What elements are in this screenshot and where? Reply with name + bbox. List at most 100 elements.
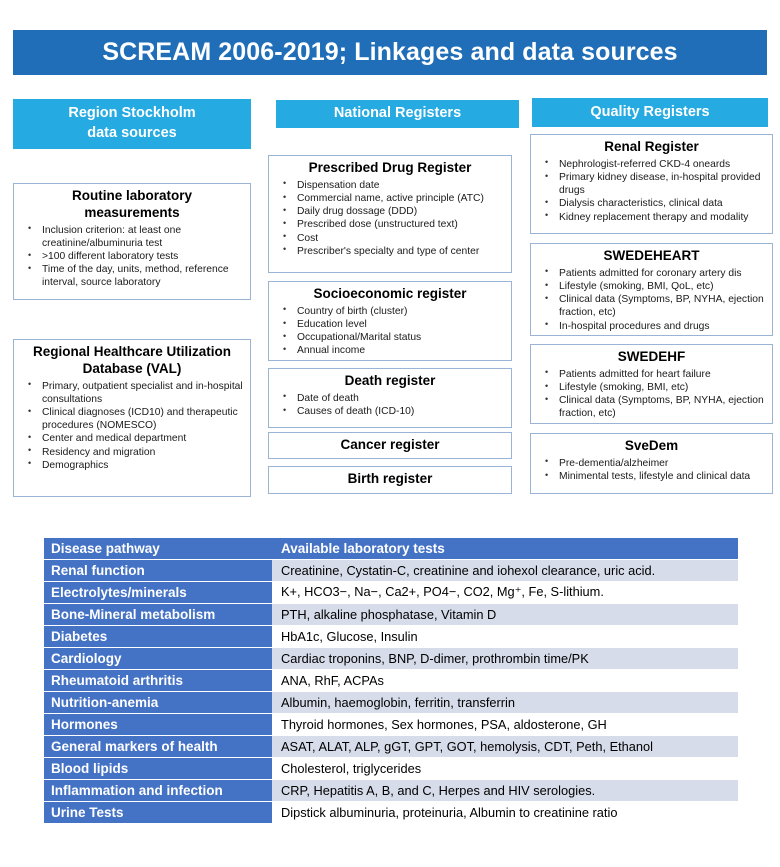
box-svedem-register: SveDem Pre-dementia/alzheimer Minimental… [530,433,773,494]
table-row: Diabetes HbA1c, Glucose, Insulin [44,625,738,648]
box-swedehf-register: SWEDEHF Patients admitted for heart fail… [530,344,773,424]
list-item: Pre-dementia/alzheimer [537,456,766,470]
box-death-register: Death register Date of death Causes of d… [268,368,512,428]
laboratory-tests-table: Disease pathway Available laboratory tes… [44,538,738,824]
box-swedeheart-register-title: SWEDEHEART [603,248,700,263]
column-header-quality-registers: Quality Registers [532,98,768,127]
column-header-national-registers-label: National Registers [333,105,462,122]
box-routine-laboratory-measurements: Routine laboratory measurements Inclusio… [13,183,251,300]
column-header-region-stockholm-label: Region Stockholm data sources [68,104,195,143]
table-cell-available-tests: Creatinine, Cystatin-C, creatinine and i… [272,559,738,582]
box-renal-register: Renal Register Nephrologist-referred CKD… [530,134,773,234]
box-prescribed-drug-register: Prescribed Drug Register Dispensation da… [268,155,512,273]
table-cell-available-tests: HbA1c, Glucose, Insulin [272,625,738,648]
box-renal-register-title: Renal Register [604,139,699,154]
list-item: Commercial name, active principle (ATC) [275,192,505,205]
prescribed-drug-bullet-list: Dispensation date Commercial name, activ… [275,178,505,258]
box-svedem-register-title: SveDem [624,438,679,453]
list-item: Center and medical department [20,432,244,445]
column-header-region-stockholm: Region Stockholm data sources [13,99,251,149]
table-cell-disease-pathway: Electrolytes/minerals [44,581,272,604]
death-register-bullet-list: Date of death Causes of death (ICD-10) [275,391,505,418]
list-item: Clinical data (Symptoms, BP, NYHA, eject… [537,293,766,319]
list-item: Minimental tests, lifestyle and clinical… [537,470,766,483]
box-cancer-register-title: Cancer register [340,436,440,452]
region-header-line1: Region Stockholm [68,105,196,122]
table-cell-available-tests: ANA, RhF, ACPAs [272,669,738,692]
box-socioeconomic-register-title: Socioeconomic register [313,286,467,301]
renal-register-bullet-list: Nephrologist-referred CKD-4 oneards Prim… [537,157,766,224]
list-item: Lifestyle (smoking, BMI, etc) [537,381,766,394]
swedehf-bullet-list: Patients admitted for heart failure Life… [537,367,766,421]
list-item: Causes of death (ICD-10) [275,405,505,418]
list-item: Demographics [20,458,244,472]
box-birth-register-title: Birth register [347,471,433,487]
socioeconomic-bullet-list: Country of birth (cluster) Education lev… [275,304,505,358]
table-row: Urine Tests Dipstick albuminuria, protein… [44,801,738,824]
table-cell-disease-pathway: Inflammation and infection [44,779,272,802]
list-item: >100 different laboratory tests [20,250,244,263]
laboratory-tests-table-body: Renal function Creatinine, Cystatin-C, cr… [44,559,738,824]
region-header-line2: data sources [87,125,177,141]
list-item: Lifestyle (smoking, BMI, QoL, etc) [537,280,766,293]
table-row: Rheumatoid arthritis ANA, RhF, ACPAs [44,669,738,692]
box-val-title: Regional Healthcare Utilization Database… [20,344,244,378]
box-socioeconomic-register: Socioeconomic register Country of birth … [268,281,512,361]
list-item: Prescriber's specialty and type of cente… [275,244,505,258]
table-cell-available-tests: CRP, Hepatitis A, B, and C, Herpes and H… [272,779,738,802]
table-row: Blood lipids Cholesterol, triglycerides [44,757,738,780]
table-row: Renal function Creatinine, Cystatin-C, cr… [44,559,738,582]
list-item: Occupational/Marital status [275,331,505,344]
table-row: Nutrition-anemia Albumin, haemoglobin, fe… [44,691,738,714]
box-swedehf-register-title: SWEDEHF [617,349,686,364]
table-header-disease-pathway: Disease pathway [44,538,272,560]
routine-lab-bullet-list: Inclusion criterion: at least one creati… [20,223,244,290]
routine-lab-title-line2: measurements [84,204,180,220]
list-item: Patients admitted for heart failure [537,367,766,381]
box-regional-healthcare-utilization-database: Regional Healthcare Utilization Database… [13,339,251,497]
box-prescribed-drug-register-title: Prescribed Drug Register [308,160,472,175]
table-cell-available-tests: Thyroid hormones, Sex hormones, PSA, ald… [272,713,738,736]
table-cell-disease-pathway: Rheumatoid arthritis [44,669,272,692]
list-item: Annual income [275,344,505,357]
table-cell-available-tests: Albumin, haemoglobin, ferritin, transfer… [272,691,738,714]
list-item: Cost [275,231,505,245]
list-item: Prescribed dose (unstructured text) [275,218,505,231]
list-item: Time of the day, units, method, referenc… [20,263,244,289]
list-item: Primary, outpatient specialist and in-ho… [20,379,244,406]
routine-lab-title-line1: Routine laboratory [71,188,192,203]
swedeheart-bullet-list: Patients admitted for coronary artery di… [537,266,766,333]
table-cell-disease-pathway: Cardiology [44,647,272,670]
list-item: Nephrologist-referred CKD-4 oneards [537,157,766,171]
column-header-quality-registers-label: Quality Registers [590,103,710,120]
table-cell-disease-pathway: Blood lipids [44,757,272,780]
page-title-banner: SCREAM 2006-2019; Linkages and data sour… [13,30,767,75]
table-cell-available-tests: Cardiac troponins, BNP, D-dimer, prothro… [272,647,738,670]
list-item: Patients admitted for coronary artery di… [537,266,766,280]
table-row: Bone-Mineral metabolism PTH, alkaline pho… [44,603,738,626]
table-row: Inflammation and infection CRP, Hepatitis… [44,779,738,802]
table-cell-disease-pathway: Nutrition-anemia [44,691,272,714]
box-swedeheart-register: SWEDEHEART Patients admitted for coronar… [530,243,773,336]
table-cell-disease-pathway: Hormones [44,713,272,736]
table-row: General markers of health ASAT, ALAT, ALP… [44,735,738,758]
list-item: Dispensation date [275,178,505,192]
box-birth-register: Birth register [268,466,512,494]
list-item: Inclusion criterion: at least one creati… [20,223,244,250]
list-item: Dialysis characteristics, clinical data [537,197,766,210]
column-header-national-registers: National Registers [276,100,519,128]
table-cell-disease-pathway: Bone-Mineral metabolism [44,603,272,626]
table-cell-disease-pathway: Urine Tests [44,801,272,824]
list-item: Daily drug dossage (DDD) [275,205,505,218]
box-routine-laboratory-measurements-title: Routine laboratory measurements [20,188,244,222]
table-cell-disease-pathway: Renal function [44,559,272,582]
val-bullet-list: Primary, outpatient specialist and in-ho… [20,379,244,472]
table-cell-available-tests: Cholesterol, triglycerides [272,757,738,780]
list-item: Residency and migration [20,445,244,459]
page-title: SCREAM 2006-2019; Linkages and data sour… [102,38,678,66]
list-item: Kidney replacement therapy and modality [537,210,766,224]
val-title-line2: Database (VAL) [82,360,182,376]
box-cancer-register: Cancer register [268,432,512,459]
table-row: Cardiology Cardiac troponins, BNP, D-dime… [44,647,738,670]
table-cell-available-tests: PTH, alkaline phosphatase, Vitamin D [272,603,738,626]
